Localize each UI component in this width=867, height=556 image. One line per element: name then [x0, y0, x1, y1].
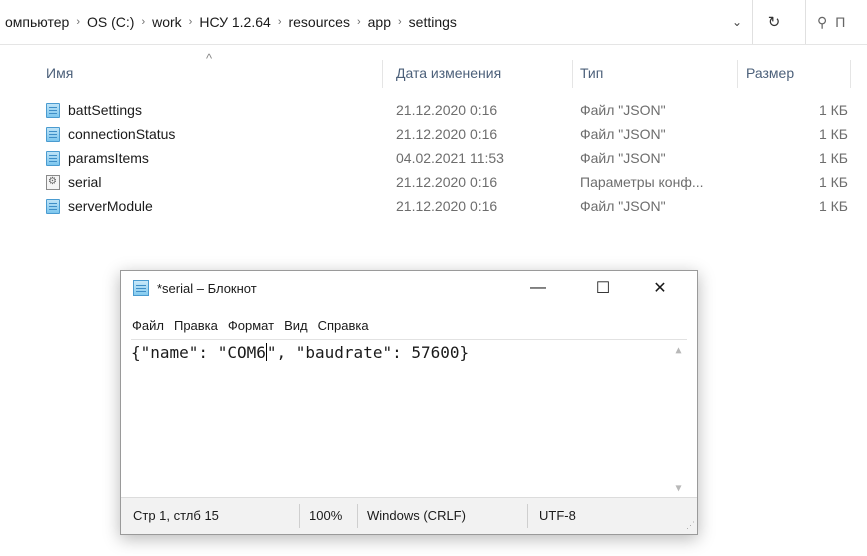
- file-type: Файл "JSON": [580, 102, 666, 118]
- file-row[interactable]: serial 21.12.2020 0:16 Параметры конф... 1 …: [20, 170, 867, 194]
- json-file-icon: [46, 198, 60, 214]
- notepad-window[interactable]: *serial – Блокнот — ☐ ✕ Файл Правка Формат…: [120, 270, 698, 535]
- status-zoom: 100%: [309, 508, 343, 523]
- breadcrumb-separator-icon: ›: [356, 16, 361, 28]
- column-header-size[interactable]: Размер: [746, 56, 794, 90]
- maximize-button[interactable]: ☐: [580, 271, 626, 305]
- breadcrumb-separator-icon: ›: [141, 16, 146, 28]
- divider: [527, 504, 528, 528]
- close-button[interactable]: ✕: [637, 271, 683, 305]
- file-row[interactable]: battSettings 21.12.2020 0:16 Файл "JSON" 1 …: [20, 98, 867, 122]
- file-name-cell: battSettings: [46, 98, 142, 122]
- editor-content: {"name": "COM6", "baudrate": 57600}: [131, 342, 469, 364]
- breadcrumb-separator-icon: ›: [76, 16, 80, 28]
- address-bar[interactable]: омпьютер › OS (C:) › work › НСУ 1.2.64 › resourc…: [0, 0, 867, 45]
- divider: [299, 504, 300, 528]
- menu-item[interactable]: Вид: [279, 315, 313, 337]
- file-name-cell: connectionStatus: [46, 122, 175, 146]
- file-name: paramsItems: [68, 150, 149, 166]
- vertical-scrollbar[interactable]: ▲ ▼: [670, 340, 687, 498]
- menu-bar: Файл Правка Формат Вид Справка: [121, 315, 374, 337]
- chevron-down-icon[interactable]: ⌄: [726, 12, 748, 32]
- file-name: battSettings: [68, 102, 142, 118]
- breadcrumb-item[interactable]: settings: [404, 14, 462, 30]
- status-bar: Стр 1, стлб 15 100% Windows (CRLF) UTF-8…: [121, 497, 697, 534]
- file-row[interactable]: serverModule 21.12.2020 0:16 Файл "JSON" 1 …: [20, 194, 867, 218]
- file-name: serial: [68, 174, 102, 190]
- file-date: 21.12.2020 0:16: [396, 198, 498, 214]
- menu-item[interactable]: Файл: [121, 315, 169, 337]
- breadcrumb-item[interactable]: resources: [283, 14, 354, 30]
- file-size: 1 КБ: [818, 150, 848, 166]
- file-name: connectionStatus: [68, 126, 176, 142]
- file-name: serverModule: [68, 198, 153, 214]
- column-header-type[interactable]: Тип: [580, 56, 603, 90]
- file-date: 21.12.2020 0:16: [396, 126, 498, 142]
- sort-ascending-icon: ^: [206, 51, 213, 66]
- breadcrumb-item[interactable]: OS (C:): [82, 14, 139, 30]
- breadcrumb-item[interactable]: work: [147, 14, 187, 30]
- minimize-button[interactable]: —: [515, 271, 561, 305]
- divider: [382, 60, 383, 88]
- breadcrumb: омпьютер › OS (C:) › work › НСУ 1.2.64 › resourc…: [0, 0, 462, 44]
- file-name-cell: paramsItems: [46, 146, 149, 170]
- file-type: Параметры конф...: [580, 174, 704, 190]
- search-placeholder: П: [835, 14, 846, 30]
- column-header-date[interactable]: Дата изменения: [396, 56, 501, 90]
- scroll-down-icon[interactable]: ▼: [670, 480, 687, 497]
- json-file-icon: [46, 126, 60, 142]
- breadcrumb-separator-icon: ›: [277, 16, 282, 28]
- search-input[interactable]: ⚲ П: [805, 0, 867, 44]
- text-before-caret: {"name": "COM6: [131, 343, 266, 362]
- file-size: 1 КБ: [818, 198, 848, 214]
- refresh-icon[interactable]: ↻: [752, 0, 796, 44]
- breadcrumb-item[interactable]: app: [363, 14, 396, 30]
- file-date: 21.12.2020 0:16: [396, 174, 498, 190]
- text-editor[interactable]: {"name": "COM6", "baudrate": 57600} ▲ ▼: [131, 339, 687, 498]
- search-icon: ⚲: [817, 13, 828, 30]
- text-after-caret: ", "baudrate": 57600}: [266, 343, 470, 362]
- file-size: 1 КБ: [818, 102, 848, 118]
- file-size: 1 КБ: [818, 126, 848, 142]
- file-date: 21.12.2020 0:16: [396, 102, 498, 118]
- breadcrumb-separator-icon: ›: [397, 16, 402, 28]
- notepad-icon: [133, 280, 149, 296]
- status-line-endings: Windows (CRLF): [367, 508, 466, 523]
- window-title: *serial – Блокнот: [157, 280, 257, 296]
- file-name-cell: serverModule: [46, 194, 153, 218]
- column-header-name[interactable]: Имя: [46, 56, 73, 90]
- breadcrumb-item[interactable]: омпьютер: [0, 14, 74, 30]
- file-size: 1 КБ: [818, 174, 848, 190]
- menu-item[interactable]: Правка: [169, 315, 223, 337]
- file-name-cell: serial: [46, 170, 101, 194]
- file-row[interactable]: connectionStatus 21.12.2020 0:16 Файл "JSO…: [20, 122, 867, 146]
- divider: [850, 60, 851, 88]
- status-encoding: UTF-8: [539, 508, 576, 523]
- config-file-icon: [46, 174, 60, 190]
- menu-item[interactable]: Справка: [313, 315, 374, 337]
- menu-item[interactable]: Формат: [223, 315, 279, 337]
- breadcrumb-separator-icon: ›: [188, 16, 193, 28]
- breadcrumb-item[interactable]: НСУ 1.2.64: [194, 14, 275, 30]
- divider: [737, 60, 738, 88]
- column-header-row: ^ Имя Дата изменения Тип Размер: [20, 51, 867, 90]
- resize-grip-icon[interactable]: ⋰: [686, 520, 695, 531]
- scroll-up-icon[interactable]: ▲: [670, 342, 687, 359]
- file-date: 04.02.2021 11:53: [396, 150, 504, 166]
- file-type: Файл "JSON": [580, 126, 666, 142]
- status-cursor-position: Стр 1, стлб 15: [133, 508, 219, 523]
- json-file-icon: [46, 102, 60, 118]
- file-row[interactable]: paramsItems 04.02.2021 11:53 Файл "JSON" 1 …: [20, 146, 867, 170]
- json-file-icon: [46, 150, 60, 166]
- file-type: Файл "JSON": [580, 198, 666, 214]
- divider: [357, 504, 358, 528]
- divider: [572, 60, 573, 88]
- file-type: Файл "JSON": [580, 150, 666, 166]
